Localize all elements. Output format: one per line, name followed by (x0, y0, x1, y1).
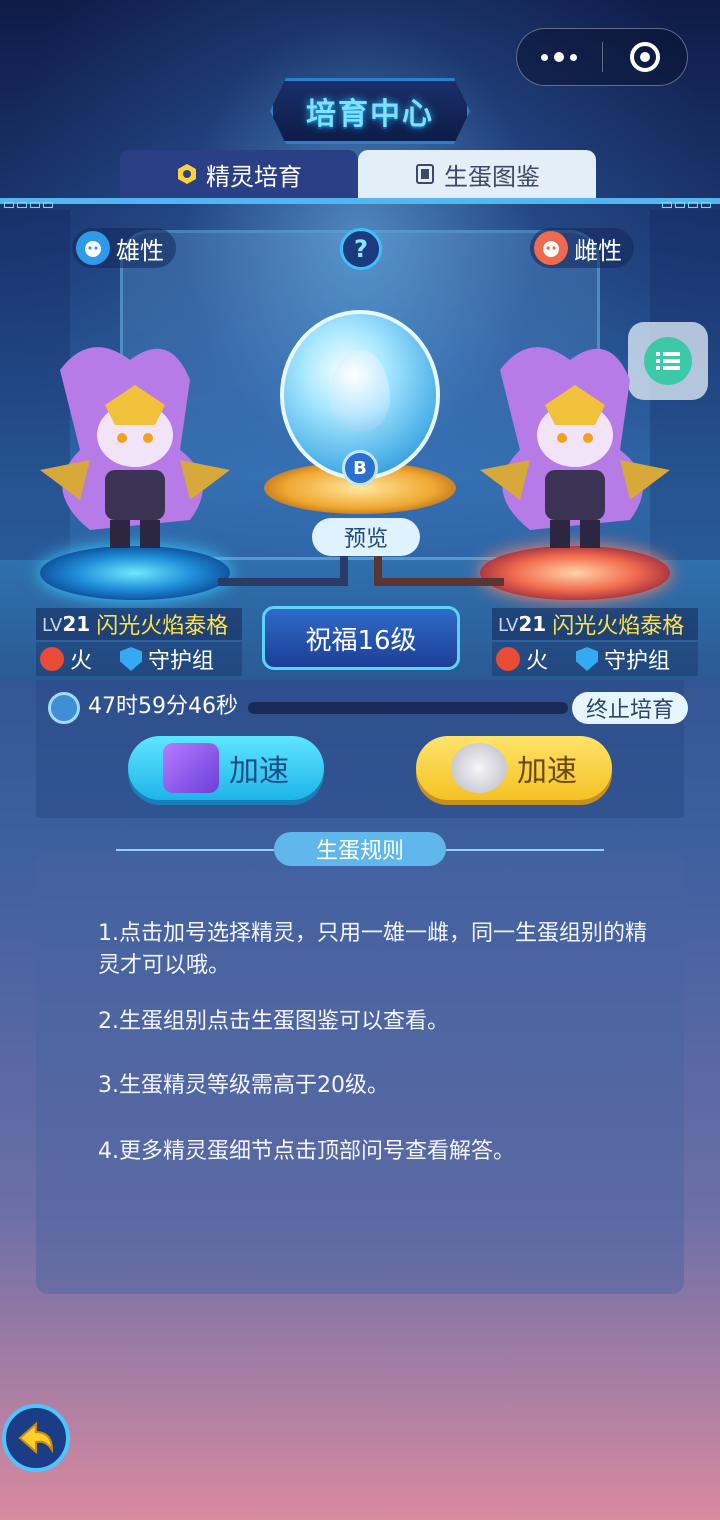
male-label: 雄性 (116, 236, 164, 265)
male-group: 守护组 (120, 643, 214, 675)
male-info-panel: LV21 闪光火焰泰格 火 守护组 (36, 608, 242, 676)
decor-dots-right (662, 202, 716, 210)
female-slot-badge: 雌性 (530, 228, 634, 268)
female-element: 火 (496, 643, 548, 675)
remaining-time: 47时59分46秒 (88, 694, 238, 719)
rules-panel: 1.点击加号选择精灵，只用一雄一雌，同一生蛋组别的精灵才可以哦。 2.生蛋组别点… (36, 852, 684, 1294)
female-face-icon (534, 231, 568, 265)
more-menu-icon[interactable] (517, 28, 602, 86)
mascot-icon (451, 743, 507, 793)
rules-header: 生蛋规则 (0, 832, 720, 866)
female-pet-sprite (480, 347, 670, 548)
rules-divider-right (446, 849, 604, 851)
tab-underline (0, 198, 720, 204)
fire-icon (496, 647, 520, 671)
preview-button[interactable]: 预览 (312, 518, 420, 556)
female-label: 雌性 (574, 236, 622, 265)
egg-incubator[interactable]: B (248, 300, 472, 514)
item-speedup-button[interactable]: 加速 (416, 736, 612, 800)
tab-breeding-label: 精灵培育 (206, 162, 302, 191)
tab-breeding[interactable]: 精灵培育 (120, 150, 358, 198)
male-face-icon (76, 231, 110, 265)
male-pet-sprite (40, 347, 230, 548)
tab-bar: 精灵培育 生蛋图鉴 (120, 150, 596, 198)
shield-icon (120, 647, 143, 671)
decor-dots-left (4, 202, 58, 210)
male-element: 火 (40, 643, 92, 675)
male-level: LV21 (42, 612, 91, 636)
back-arrow-icon (18, 1421, 54, 1455)
female-pet-name: 闪光火焰泰格 (552, 614, 685, 639)
timer-row: 47时59分46秒 终止培育 (48, 692, 688, 724)
incubation-timer-panel: 47时59分46秒 终止培育 加速 加速 (36, 680, 688, 818)
rule-item-3: 3.生蛋精灵等级需高于20级。 (98, 1073, 389, 1098)
male-pet-slot[interactable] (20, 330, 250, 600)
page-title: 培育中心 (306, 97, 434, 132)
hexagon-icon (176, 163, 198, 185)
book-icon (414, 163, 436, 185)
rule-item-1: 1.点击加号选择精灵，只用一雄一雌，同一生蛋组别的精灵才可以哦。 (98, 921, 647, 978)
rules-divider-left (116, 849, 274, 851)
incubation-progress-bar (248, 702, 568, 714)
tab-egg-handbook[interactable]: 生蛋图鉴 (358, 150, 596, 198)
tab-egg-handbook-label: 生蛋图鉴 (444, 162, 540, 191)
shield-icon (576, 647, 599, 671)
close-miniprogram-icon[interactable] (603, 28, 688, 86)
rules-title: 生蛋规则 (274, 832, 446, 866)
video-speedup-button[interactable]: 加速 (128, 736, 324, 800)
egg-grade-badge: B (342, 450, 378, 486)
miniprogram-capsule (516, 28, 688, 86)
back-button[interactable] (2, 1404, 70, 1472)
help-question-button[interactable]: ? (340, 228, 382, 270)
female-info-panel: LV21 闪光火焰泰格 火 守护组 (492, 608, 698, 676)
blessing-level-badge: 祝福16级 (262, 606, 460, 670)
item-speedup-label: 加速 (517, 754, 577, 789)
male-pet-name: 闪光火焰泰格 (96, 614, 229, 639)
video-clapper-icon (163, 743, 219, 793)
fire-icon (40, 647, 64, 671)
male-slot-badge: 雄性 (72, 228, 176, 268)
stopwatch-icon (48, 692, 80, 724)
female-connector-line (374, 556, 504, 586)
stop-incubation-button[interactable]: 终止培育 (572, 692, 688, 724)
video-speedup-label: 加速 (229, 754, 289, 789)
male-connector-line (218, 556, 348, 586)
rule-item-4: 4.更多精灵蛋细节点击顶部问号查看解答。 (98, 1139, 515, 1164)
female-level: LV21 (498, 612, 547, 636)
female-group: 守护组 (576, 643, 670, 675)
rule-item-2: 2.生蛋组别点击生蛋图鉴可以查看。 (98, 1009, 449, 1034)
question-mark-icon: ? (354, 235, 368, 263)
page-title-banner: 培育中心 (270, 78, 470, 144)
